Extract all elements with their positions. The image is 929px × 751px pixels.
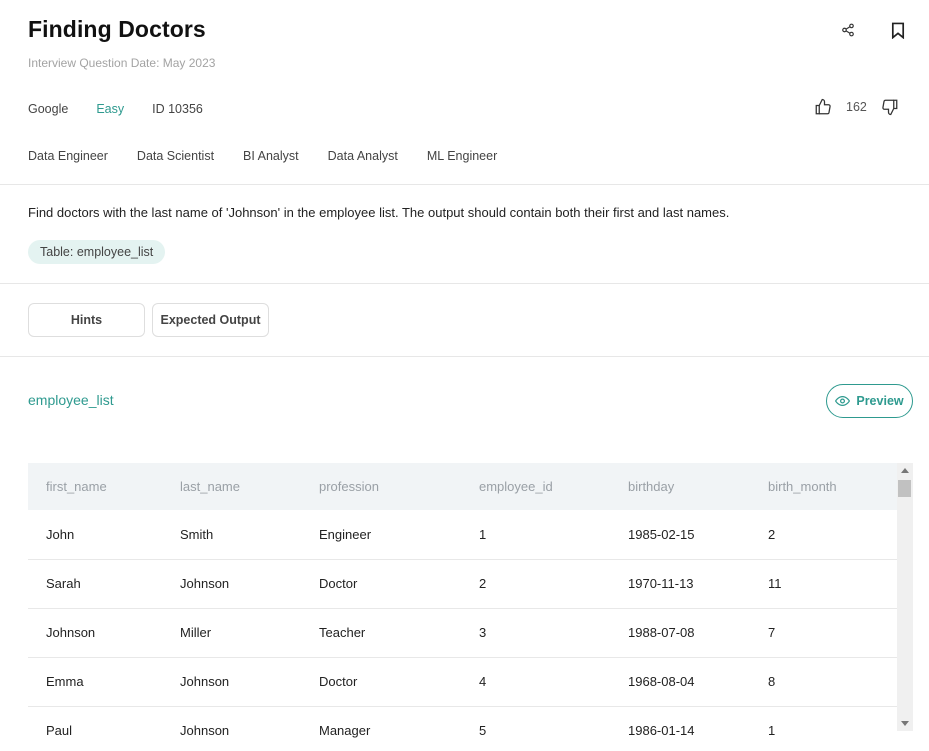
role-tag[interactable]: Data Scientist <box>137 149 214 163</box>
column-header: employee_id <box>479 479 553 494</box>
table-cell: Smith <box>180 526 214 542</box>
table-row: Johnson Miller Teacher 3 1988-07-08 7 <box>28 608 897 657</box>
table-row: John Smith Engineer 1 1985-02-15 2 <box>28 510 897 559</box>
table-scrollbar[interactable] <box>897 463 913 731</box>
bookmark-icon <box>891 22 905 39</box>
table-cell: Teacher <box>319 625 366 640</box>
company-label: Google <box>28 102 69 116</box>
bookmark-button[interactable] <box>886 18 910 42</box>
table-cell: 11 <box>768 576 782 591</box>
table-cell: Miller <box>180 625 212 640</box>
table-cell: 7 <box>768 625 776 640</box>
scrollbar-thumb[interactable] <box>898 480 911 497</box>
table-name: employee_list <box>28 392 114 408</box>
question-id: ID 10356 <box>152 102 203 116</box>
table-cell: 8 <box>768 674 776 689</box>
question-description: Find doctors with the last name of 'John… <box>28 205 730 220</box>
table-cell: 3 <box>479 625 487 640</box>
column-header: birthday <box>628 479 675 494</box>
table-cell: Engineer <box>319 526 372 542</box>
share-icon <box>842 23 854 37</box>
column-header: last_name <box>180 479 240 494</box>
section-divider <box>0 184 929 185</box>
downvote-button[interactable] <box>881 98 899 116</box>
role-tags: Data Engineer Data Scientist BI Analyst … <box>28 149 526 163</box>
upvote-button[interactable] <box>814 98 832 116</box>
interview-date: Interview Question Date: May 2023 <box>28 56 216 70</box>
role-tag[interactable]: Data Analyst <box>328 149 398 163</box>
table-cell: 1970-11-13 <box>628 576 694 591</box>
role-tag[interactable]: Data Engineer <box>28 149 108 163</box>
table-cell: Manager <box>319 723 371 738</box>
expected-output-button[interactable]: Expected Output <box>152 303 269 337</box>
section-divider <box>0 283 929 284</box>
table-cell: Sarah <box>46 576 81 591</box>
role-tag[interactable]: BI Analyst <box>243 149 299 163</box>
data-table: first_name last_name profession employee… <box>28 463 897 751</box>
table-chip: Table: employee_list <box>28 240 166 264</box>
question-meta: Google Easy ID 10356 <box>28 102 231 116</box>
eye-icon <box>835 395 851 407</box>
scroll-up-arrow-icon[interactable] <box>901 468 909 473</box>
thumbs-up-icon <box>815 98 831 115</box>
role-tag[interactable]: ML Engineer <box>427 149 497 163</box>
table-cell: Paul <box>46 723 73 738</box>
table-row: Paul Johnson Manager 5 1986-01-14 1 <box>28 706 897 751</box>
thumbs-down-icon <box>882 99 898 116</box>
table-cell: Doctor <box>319 576 358 591</box>
preview-button[interactable]: Preview <box>826 384 913 418</box>
table-header-row: first_name last_name profession employee… <box>28 463 897 510</box>
table-cell: 5 <box>479 723 487 738</box>
column-header: birth_month <box>768 479 837 494</box>
table-cell: 4 <box>479 674 487 689</box>
table-cell: 1 <box>479 526 487 542</box>
difficulty-badge: Easy <box>96 102 125 116</box>
scroll-down-arrow-icon[interactable] <box>901 721 909 726</box>
preview-label: Preview <box>856 394 904 408</box>
table-cell: Doctor <box>319 674 358 689</box>
question-header: Finding Doctors <box>28 16 206 43</box>
table-cell: Johnson <box>180 674 230 689</box>
table-cell: Johnson <box>46 625 96 640</box>
table-cell: 2 <box>768 526 776 542</box>
hints-button[interactable]: Hints <box>28 303 145 337</box>
table-row: Emma Johnson Doctor 4 1968-08-04 8 <box>28 657 897 706</box>
table-cell: 1988-07-08 <box>628 625 695 640</box>
table-cell: 2 <box>479 576 487 591</box>
column-header: first_name <box>46 479 107 494</box>
table-cell: Johnson <box>180 576 230 591</box>
table-cell: Emma <box>46 674 84 689</box>
table-cell: 1 <box>768 723 776 738</box>
table-cell: 1968-08-04 <box>628 674 695 689</box>
section-divider <box>0 356 929 357</box>
vote-controls: 162 <box>814 98 899 116</box>
table-row: Sarah Johnson Doctor 2 1970-11-13 11 <box>28 559 897 608</box>
column-header: profession <box>319 479 379 494</box>
page-title: Finding Doctors <box>28 16 206 42</box>
table-cell: 1986-01-14 <box>628 723 695 738</box>
table-cell: John <box>46 526 75 542</box>
share-button[interactable] <box>836 18 860 42</box>
table-cell: 1985-02-15 <box>628 526 695 542</box>
vote-count: 162 <box>846 100 867 114</box>
table-cell: Johnson <box>180 723 230 738</box>
